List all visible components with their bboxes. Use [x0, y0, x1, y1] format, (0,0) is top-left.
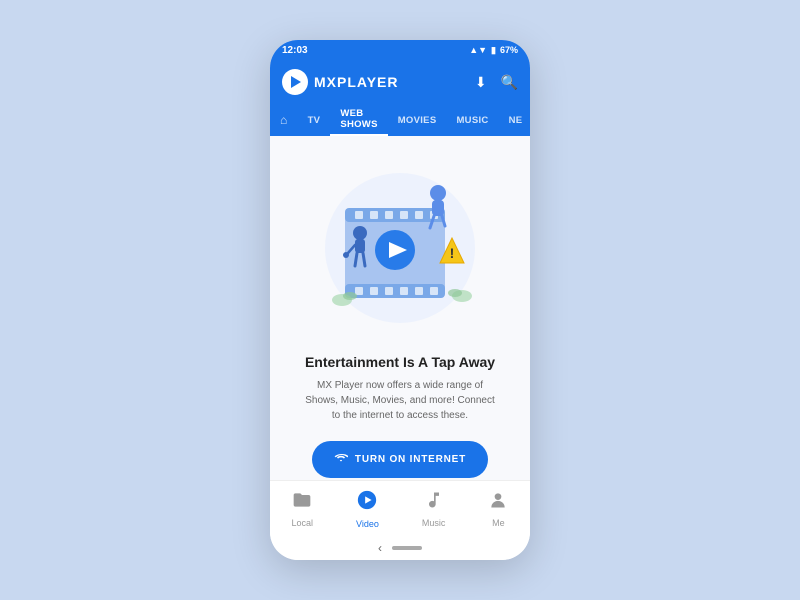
home-pill[interactable]: [392, 546, 422, 550]
video-label: Video: [356, 519, 379, 529]
app-name: MXPLAYER: [314, 74, 399, 90]
status-bar: 12:03 ▲▼ ▮ 67%: [270, 40, 530, 60]
wifi-button-icon: [334, 451, 348, 468]
app-logo: [282, 69, 308, 95]
search-button[interactable]: 🔍: [501, 74, 518, 91]
user-icon: [488, 490, 508, 515]
music-icon: [424, 490, 444, 515]
folder-icon: [292, 490, 312, 515]
system-bar: ‹: [270, 536, 530, 560]
video-play-icon: [356, 489, 378, 516]
main-description: MX Player now offers a wide range of Sho…: [300, 378, 500, 423]
time-display: 12:03: [282, 45, 308, 56]
download-button[interactable]: ⬇: [475, 74, 487, 91]
tab-news[interactable]: NE: [499, 104, 530, 136]
me-label: Me: [492, 518, 505, 528]
illustration-area: !: [300, 138, 500, 338]
phone-frame: 12:03 ▲▼ ▮ 67% MXPLAYER ⬇ 🔍 ⌂ TV WEB SHO…: [270, 40, 530, 560]
status-icons: ▲▼ ▮ 67%: [469, 45, 518, 56]
battery-icon: ▮: [491, 45, 496, 56]
app-header: MXPLAYER ⬇ 🔍: [270, 60, 530, 104]
bottom-nav-music[interactable]: Music: [422, 490, 446, 528]
main-title: Entertainment Is A Tap Away: [305, 354, 495, 370]
tab-movies[interactable]: MOVIES: [388, 104, 447, 136]
battery-percent: 67%: [500, 45, 518, 55]
back-button[interactable]: ‹: [378, 541, 382, 555]
turn-on-internet-button[interactable]: TURN ON INTERNET: [312, 441, 488, 478]
bottom-nav-local[interactable]: Local: [292, 490, 314, 528]
local-label: Local: [292, 518, 314, 528]
header-icons: ⬇ 🔍: [475, 74, 518, 91]
logo-area: MXPLAYER: [282, 69, 399, 95]
turn-on-button-label: TURN ON INTERNET: [355, 454, 466, 465]
main-content: !: [270, 136, 530, 480]
tab-tv[interactable]: TV: [298, 104, 331, 136]
bottom-nav-me[interactable]: Me: [488, 490, 508, 528]
illustration-svg: !: [300, 138, 500, 338]
tab-music[interactable]: MUSIC: [446, 104, 498, 136]
wifi-signal-icon: ▲▼: [469, 45, 487, 55]
tab-home[interactable]: ⌂: [270, 104, 298, 136]
nav-tabs: ⌂ TV WEB SHOWS MOVIES MUSIC NE: [270, 104, 530, 136]
bottom-nav-video[interactable]: Video: [356, 489, 379, 529]
bottom-nav: Local Video Music: [270, 480, 530, 536]
svg-text:!: !: [450, 245, 455, 261]
music-label: Music: [422, 518, 446, 528]
tab-web-shows[interactable]: WEB SHOWS: [330, 104, 387, 136]
play-triangle-icon: [291, 76, 301, 88]
